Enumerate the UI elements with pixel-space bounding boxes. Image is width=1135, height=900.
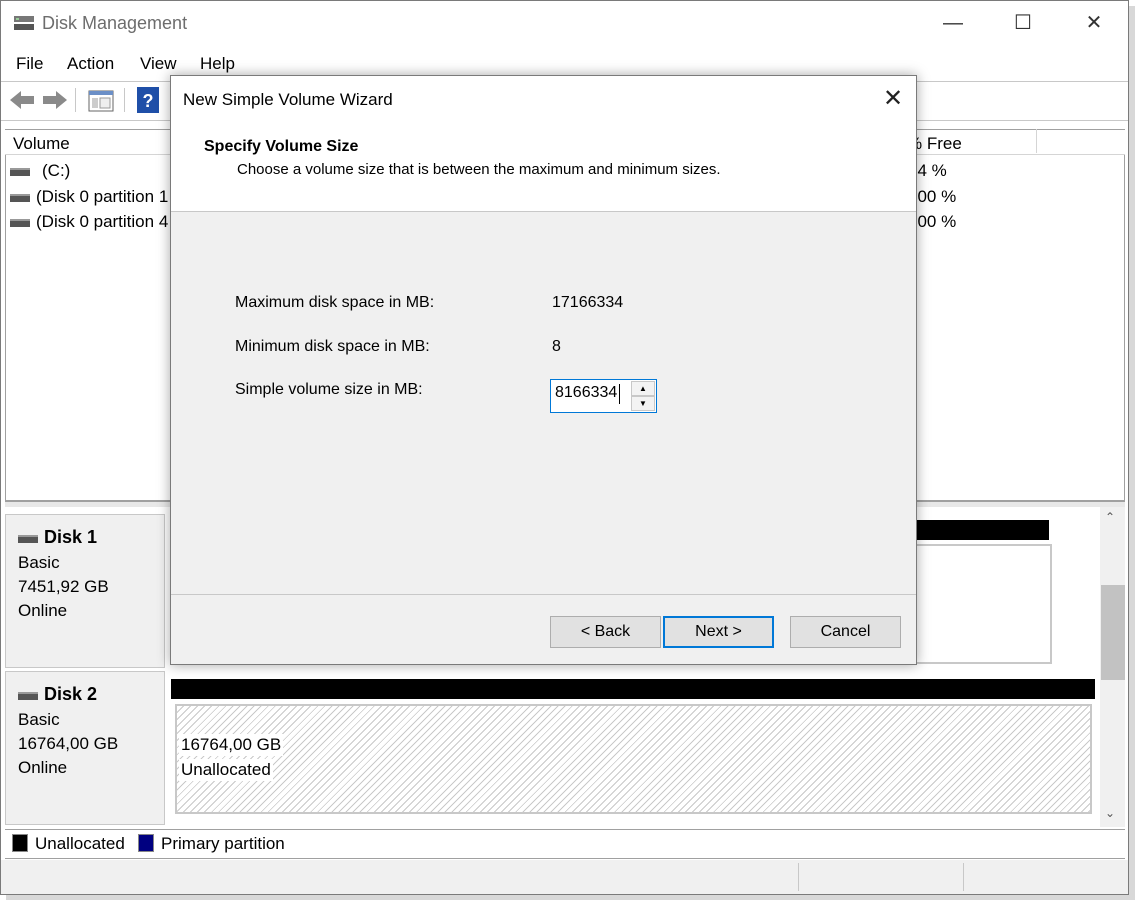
volume-name: (Disk 0 partition 4 bbox=[36, 212, 169, 231]
text-cursor bbox=[619, 384, 620, 404]
max-size-label: Maximum disk space in MB: bbox=[235, 294, 435, 311]
disk-icon bbox=[18, 691, 38, 700]
disk-size: 7451,92 GB bbox=[18, 577, 109, 596]
list-item[interactable]: (Disk 0 partition 4 bbox=[10, 212, 168, 232]
disk-1-partition-bar bbox=[915, 520, 1049, 540]
list-item[interactable]: (Disk 0 partition 1 bbox=[10, 187, 168, 207]
min-size-value: 8 bbox=[552, 338, 561, 355]
partition-label: Unallocated bbox=[179, 759, 273, 781]
disk-icon bbox=[18, 534, 38, 543]
disk-1-header: Disk 1 bbox=[18, 527, 97, 548]
volume-name: (Disk 0 partition 1 bbox=[36, 187, 169, 206]
disk-2-unallocated-partition[interactable] bbox=[175, 704, 1092, 814]
column-divider[interactable] bbox=[1036, 129, 1037, 153]
disk-1-info[interactable]: Disk 1 Basic 7451,92 GB Online bbox=[5, 514, 165, 668]
legend-swatch-primary bbox=[138, 834, 154, 852]
list-item[interactable]: (C:) bbox=[10, 161, 70, 181]
forward-arrow-icon[interactable] bbox=[41, 86, 69, 114]
scroll-down-icon[interactable]: ⌄ bbox=[1105, 806, 1115, 820]
close-button[interactable]: ✕ bbox=[1071, 8, 1117, 38]
disk-type: Basic bbox=[18, 553, 60, 572]
volume-size-input[interactable]: 8166334 bbox=[555, 384, 617, 402]
show-hide-console-tree-icon[interactable] bbox=[87, 86, 115, 114]
minimize-button[interactable]: — bbox=[930, 8, 976, 38]
partition-size: 16764,00 GB bbox=[179, 734, 284, 756]
cancel-button[interactable]: Cancel bbox=[790, 616, 901, 648]
legend-label-unallocated: Unallocated bbox=[35, 834, 125, 853]
menu-action[interactable]: Action bbox=[67, 54, 114, 74]
disk-status: Online bbox=[18, 601, 68, 620]
spin-up-icon[interactable]: ▲ bbox=[631, 381, 655, 396]
toolbar-separator bbox=[124, 88, 125, 112]
volume-size-label: Simple volume size in MB: bbox=[235, 381, 423, 398]
min-size-label: Minimum disk space in MB: bbox=[235, 338, 430, 355]
maximize-button[interactable]: ☐ bbox=[1000, 8, 1046, 38]
status-divider bbox=[963, 863, 964, 891]
disk-1-partition[interactable] bbox=[915, 544, 1052, 664]
dialog-title: New Simple Volume Wizard bbox=[183, 90, 393, 109]
disk-type: Basic bbox=[18, 710, 60, 729]
wizard-heading: Specify Volume Size bbox=[204, 138, 359, 155]
back-button[interactable]: < Back bbox=[550, 616, 661, 648]
status-bar bbox=[1, 860, 1128, 894]
max-size-value: 17166334 bbox=[552, 294, 624, 311]
disk-name: Disk 2 bbox=[44, 684, 98, 704]
disk-2-info[interactable]: Disk 2 Basic 16764,00 GB Online bbox=[5, 671, 165, 825]
scrollbar-thumb[interactable] bbox=[1101, 585, 1125, 680]
status-divider bbox=[798, 863, 799, 891]
drive-icon bbox=[10, 193, 30, 202]
next-button[interactable]: Next > bbox=[663, 616, 774, 648]
menu-help[interactable]: Help bbox=[200, 54, 235, 74]
disk-size: 16764,00 GB bbox=[18, 734, 119, 753]
drive-icon bbox=[10, 218, 30, 227]
disk-name: Disk 1 bbox=[44, 527, 98, 547]
svg-text:?: ? bbox=[143, 91, 154, 111]
window-title: Disk Management bbox=[42, 13, 188, 33]
spin-down-icon[interactable]: ▼ bbox=[631, 396, 655, 411]
legend-label-primary: Primary partition bbox=[161, 834, 285, 853]
disk-management-icon bbox=[13, 14, 35, 32]
legend-swatch-unallocated bbox=[12, 834, 28, 852]
column-header-volume[interactable]: Volume bbox=[13, 134, 70, 154]
dialog-close-icon[interactable]: ✕ bbox=[876, 84, 910, 114]
menu-view[interactable]: View bbox=[140, 54, 177, 74]
disk-status: Online bbox=[18, 758, 68, 777]
back-arrow-icon[interactable] bbox=[8, 86, 36, 114]
volume-name: (C:) bbox=[42, 161, 71, 180]
wizard-subheading: Choose a volume size that is between the… bbox=[237, 161, 721, 178]
disk-2-header: Disk 2 bbox=[18, 684, 97, 705]
wizard-footer-divider bbox=[171, 594, 916, 595]
toolbar-separator bbox=[75, 88, 76, 112]
menu-file[interactable]: File bbox=[16, 54, 43, 74]
drive-icon bbox=[10, 167, 30, 176]
disk-2-partition-bar bbox=[171, 679, 1095, 699]
help-icon[interactable]: ? bbox=[135, 86, 163, 114]
scroll-up-icon[interactable]: ⌃ bbox=[1105, 510, 1115, 524]
